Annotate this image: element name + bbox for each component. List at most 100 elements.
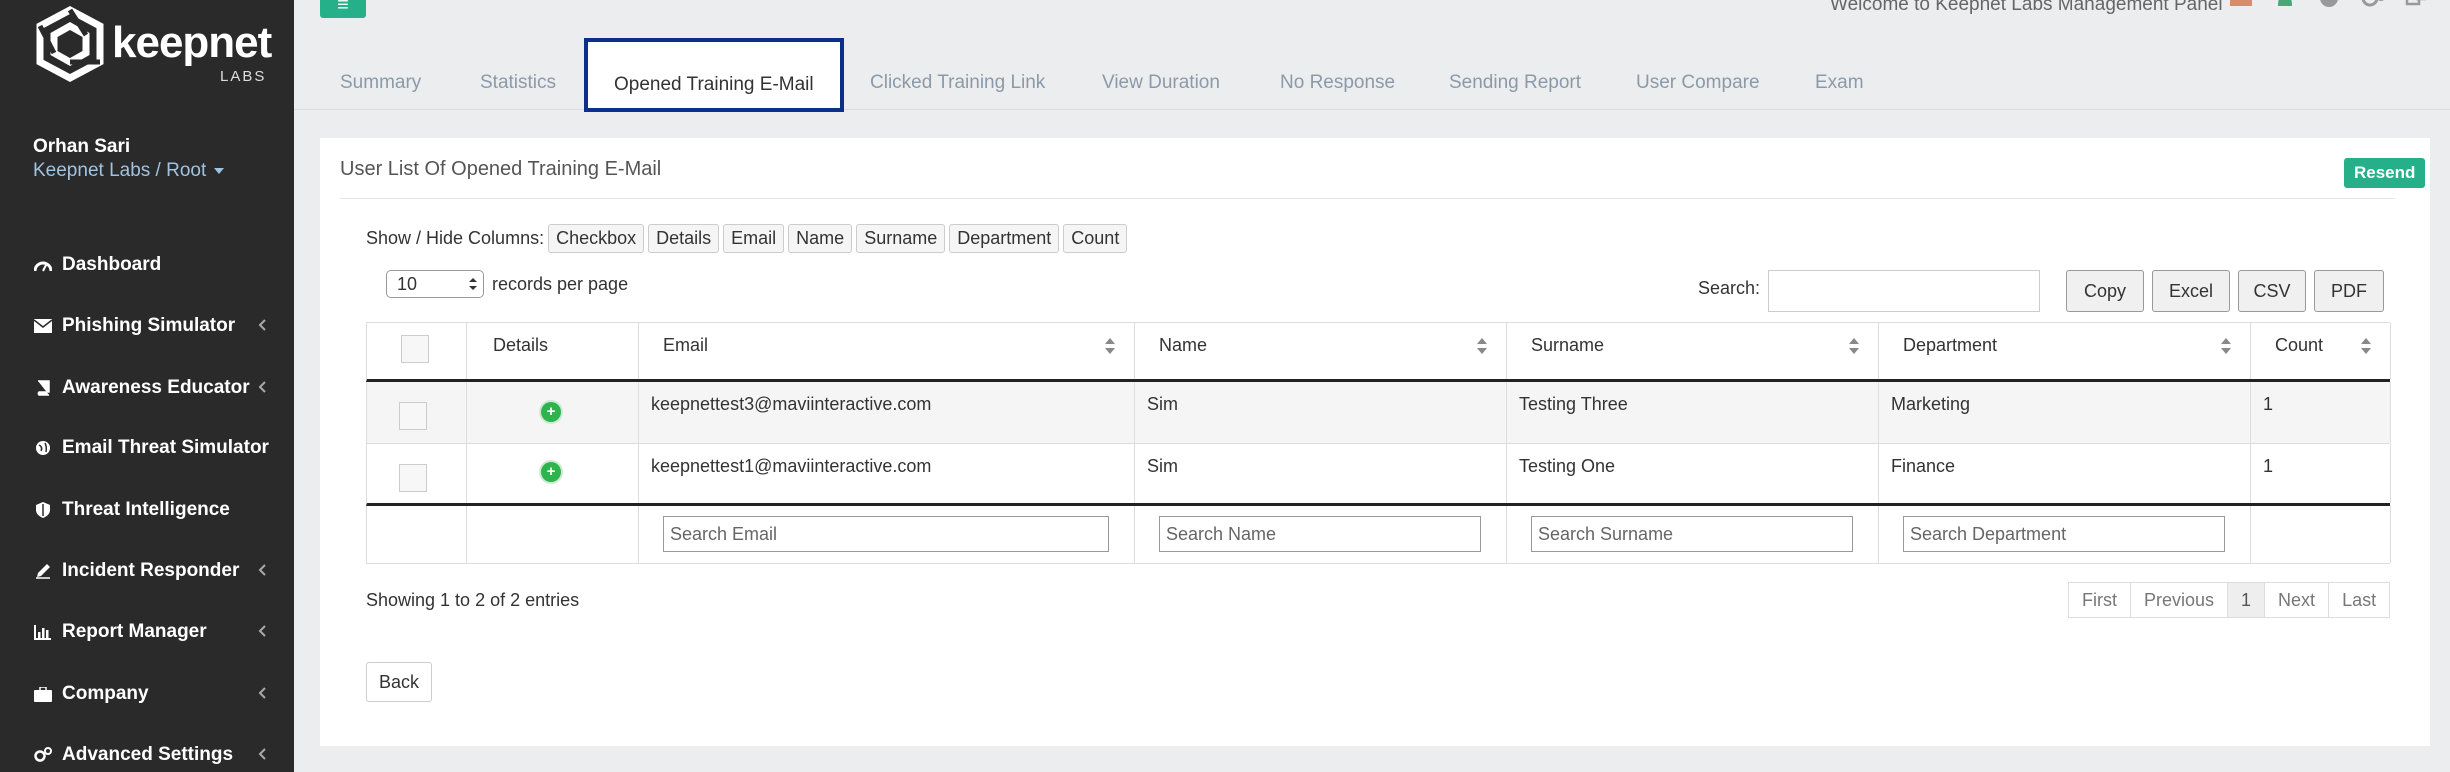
toggle-details[interactable]: Details: [648, 224, 720, 253]
nav-awareness-educator[interactable]: Awareness Educator: [0, 368, 294, 408]
surname-cell: Testing Three: [1507, 382, 1879, 443]
expand-details-icon[interactable]: +: [541, 462, 561, 482]
page-size-select[interactable]: 10: [386, 270, 484, 298]
top-icons: [2228, 0, 2430, 12]
filter-surname-cell: Search Surname: [1507, 506, 1879, 563]
show-hide-label: Show / Hide Columns:: [366, 228, 545, 248]
expand-details-icon[interactable]: +: [541, 402, 561, 422]
entries-info: Showing 1 to 2 of 2 entries: [366, 590, 580, 610]
chevron-left-icon: [258, 564, 266, 576]
nav-email-threat-simulator[interactable]: Email Threat Simulator: [0, 428, 294, 468]
search-department-input[interactable]: Search Department: [1903, 516, 2225, 552]
select-all-checkbox[interactable]: [401, 335, 429, 363]
header-department[interactable]: Department: [1879, 323, 2251, 379]
table-row: + keepnettest3@maviinteractive.com Sim T…: [366, 382, 2391, 444]
sort-icon: [2221, 338, 2231, 354]
shield-icon: [32, 499, 54, 521]
logout-icon[interactable]: [2404, 0, 2430, 12]
toggle-checkbox[interactable]: Checkbox: [548, 224, 645, 253]
tab-no-response[interactable]: No Response: [1280, 72, 1395, 102]
settings-icon[interactable]: [2360, 0, 2386, 12]
nav-label: Incident Responder: [62, 560, 240, 581]
header-name-label: Name: [1159, 335, 1208, 355]
chevron-left-icon: [258, 687, 266, 699]
report-tabs: Summary Statistics Opened Training E-Mai…: [294, 34, 2450, 112]
tab-sending-report[interactable]: Sending Report: [1449, 72, 1581, 102]
select-arrows-icon: [469, 278, 477, 290]
page-last[interactable]: Last: [2328, 582, 2391, 618]
table-search-input[interactable]: [1768, 270, 2040, 312]
search-surname-input[interactable]: Search Surname: [1531, 516, 1853, 552]
bell-icon[interactable]: [2272, 0, 2298, 12]
nav-label: Dashboard: [62, 254, 162, 275]
tab-opened-training-email[interactable]: Opened Training E-Mail: [584, 38, 844, 112]
nav-report-manager[interactable]: Report Manager: [0, 612, 294, 652]
top-bar: ≡ Welcome to Keepnet Labs Management Pan…: [294, 0, 2450, 22]
nav-incident-responder[interactable]: Incident Responder: [0, 551, 294, 591]
header-surname[interactable]: Surname: [1507, 323, 1879, 379]
envelope-icon: [32, 315, 54, 337]
toggle-name[interactable]: Name: [788, 224, 853, 253]
header-name[interactable]: Name: [1135, 323, 1507, 379]
back-button[interactable]: Back: [366, 662, 432, 702]
page-1[interactable]: 1: [2227, 582, 2266, 618]
toggle-surname[interactable]: Surname: [856, 224, 946, 253]
keepnet-logo[interactable]: keepnet LABS: [30, 4, 272, 88]
row-checkbox[interactable]: [399, 464, 427, 492]
search-email-input[interactable]: Search Email: [663, 516, 1109, 552]
filter-email-cell: Search Email: [639, 506, 1135, 563]
search-label: Search:: [1698, 278, 1761, 298]
tab-view-duration[interactable]: View Duration: [1102, 72, 1220, 102]
sort-icon: [1849, 338, 1859, 354]
page-first[interactable]: First: [2068, 582, 2131, 618]
records-per-page-label: records per page: [492, 273, 629, 294]
book-icon: [32, 377, 54, 399]
name-cell: Sim: [1135, 444, 1507, 503]
menu-toggle-button[interactable]: ≡: [320, 0, 366, 18]
excel-button[interactable]: Excel: [2152, 270, 2230, 312]
org-label: Keepnet Labs / Root: [33, 160, 207, 181]
bar-chart-icon: [32, 621, 54, 643]
name-cell: Sim: [1135, 382, 1507, 443]
department-cell: Marketing: [1879, 382, 2251, 443]
logo-wordmark: keepnet: [112, 18, 272, 67]
sort-icon: [1105, 338, 1115, 354]
resend-button[interactable]: Resend: [2344, 158, 2426, 188]
toggle-department[interactable]: Department: [949, 224, 1060, 253]
tab-clicked-training-link[interactable]: Clicked Training Link: [870, 72, 1045, 102]
tab-summary[interactable]: Summary: [340, 72, 421, 102]
page-previous[interactable]: Previous: [2130, 582, 2229, 618]
nav-dashboard[interactable]: Dashboard: [0, 245, 294, 285]
toggle-count[interactable]: Count: [1063, 224, 1128, 253]
hamburger-icon: ≡: [337, 0, 349, 16]
copy-button[interactable]: Copy: [2066, 270, 2144, 312]
nav-phishing-simulator[interactable]: Phishing Simulator: [0, 306, 294, 346]
filter-name-cell: Search Name: [1135, 506, 1507, 563]
header-department-label: Department: [1903, 335, 1998, 355]
nav-label: Threat Intelligence: [62, 499, 230, 520]
csv-button[interactable]: CSV: [2238, 270, 2306, 312]
row-select-cell: [367, 382, 467, 443]
mail-icon[interactable]: [2228, 0, 2254, 12]
records-per-page: 10 records per page: [386, 270, 628, 298]
email-cell: keepnettest1@maviinteractive.com: [639, 444, 1135, 503]
nav-advanced-settings[interactable]: Advanced Settings: [0, 735, 294, 772]
header-count[interactable]: Count: [2251, 323, 2391, 379]
tab-exam[interactable]: Exam: [1815, 72, 1864, 102]
info-icon[interactable]: [2316, 0, 2342, 12]
caret-down-icon: [214, 167, 225, 174]
tab-user-compare[interactable]: User Compare: [1636, 72, 1760, 102]
page-next[interactable]: Next: [2264, 582, 2330, 618]
org-switcher[interactable]: Keepnet Labs / Root: [33, 160, 225, 182]
column-toggles: Show / Hide Columns: Checkbox Details Em…: [366, 224, 1128, 253]
search-name-input[interactable]: Search Name: [1159, 516, 1481, 552]
tab-statistics[interactable]: Statistics: [480, 72, 556, 102]
nav-company[interactable]: Company: [0, 674, 294, 714]
header-email[interactable]: Email: [639, 323, 1135, 379]
divider: [340, 198, 2395, 199]
sort-icon: [1477, 338, 1487, 354]
row-checkbox[interactable]: [399, 402, 427, 430]
pdf-button[interactable]: PDF: [2314, 270, 2384, 312]
toggle-email[interactable]: Email: [723, 224, 785, 253]
nav-threat-intelligence[interactable]: Threat Intelligence: [0, 490, 294, 530]
